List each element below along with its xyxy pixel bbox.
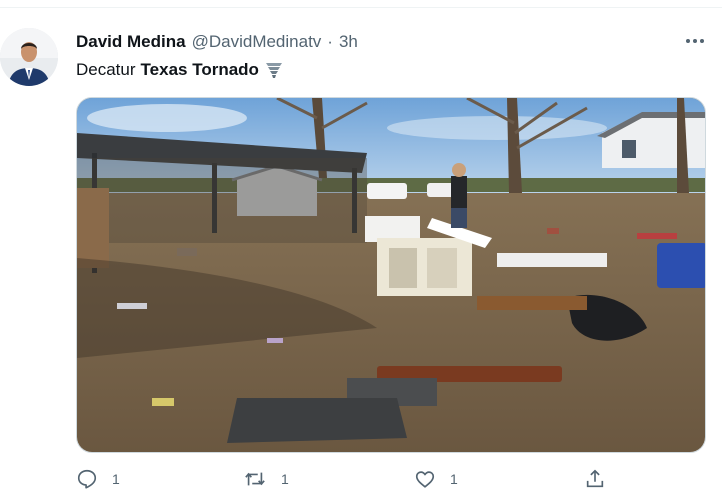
retweet-count: 1 bbox=[281, 471, 289, 487]
like-count: 1 bbox=[450, 471, 458, 487]
more-options-button[interactable] bbox=[684, 34, 706, 48]
reply-count: 1 bbox=[112, 471, 120, 487]
retweet-icon bbox=[245, 472, 265, 486]
author-name[interactable]: David Medina bbox=[76, 32, 186, 52]
tornado-icon bbox=[265, 63, 282, 78]
like-button[interactable]: 1 bbox=[414, 468, 458, 490]
more-dot-icon bbox=[693, 39, 697, 43]
reply-button[interactable]: 1 bbox=[76, 468, 120, 490]
tweet-media-photo[interactable] bbox=[76, 97, 706, 453]
more-dot-icon bbox=[686, 39, 690, 43]
more-dot-icon bbox=[700, 39, 704, 43]
retweet-button[interactable]: 1 bbox=[243, 468, 289, 490]
author-handle[interactable]: @DavidMedinatv bbox=[192, 32, 322, 52]
header-separator: · bbox=[327, 32, 333, 51]
heart-icon bbox=[415, 471, 435, 488]
tweet-header: David Medina @DavidMedinatv · 3h bbox=[76, 32, 358, 54]
share-icon bbox=[586, 469, 604, 488]
reply-icon bbox=[77, 469, 97, 489]
tweet-text: Decatur Texas Tornado bbox=[76, 58, 284, 82]
tweet-text-plain: Decatur bbox=[76, 60, 136, 79]
share-button[interactable] bbox=[584, 468, 606, 490]
tweet-text-hashtag-bold: Texas Tornado bbox=[140, 60, 259, 79]
tweet-timestamp[interactable]: 3h bbox=[339, 32, 358, 52]
avatar[interactable] bbox=[0, 28, 58, 86]
tweet-actions: 1 1 1 bbox=[76, 468, 706, 492]
top-divider bbox=[0, 0, 722, 8]
avatar-image bbox=[0, 28, 58, 86]
tornado-damage-photo bbox=[77, 98, 705, 452]
